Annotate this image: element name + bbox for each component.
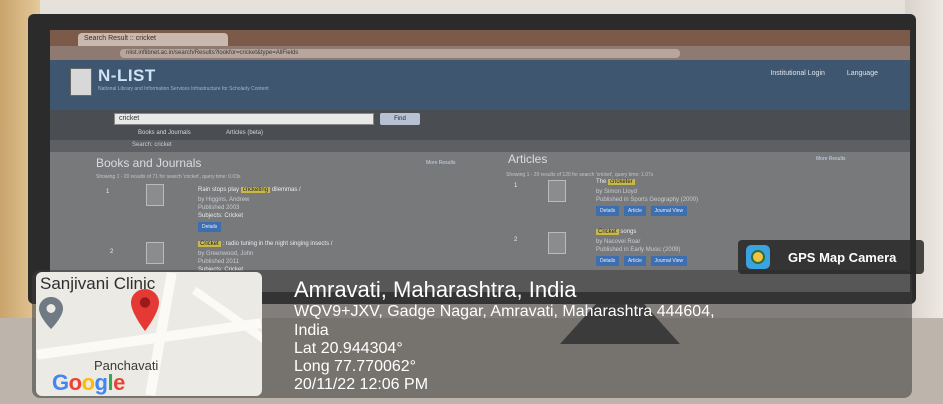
url-field[interactable]: nlist.inflibnet.ac.in/search/Results?loo…	[120, 49, 680, 58]
location-map: Sanjivani Clinic Panchavati Google	[36, 272, 262, 396]
language-link[interactable]: Language	[847, 70, 878, 77]
journal-view-button[interactable]: Journal View	[650, 206, 688, 216]
location-latitude: Lat 20.944304°	[294, 340, 403, 357]
title-text: The	[596, 179, 607, 185]
gps-map-camera-badge: GPS Map Camera	[738, 240, 924, 274]
site-header: N-LIST National Library and Information …	[50, 60, 910, 110]
gps-camera-app-icon	[746, 245, 770, 269]
details-button[interactable]: Details	[198, 222, 222, 232]
gps-badge-label: GPS Map Camera	[788, 250, 897, 265]
site-tagline: National Library and Information Service…	[98, 86, 269, 92]
article-published: Published in Sports Geography (2000)	[596, 197, 699, 203]
google-logo: Google	[52, 370, 125, 395]
article-result-title[interactable]: Cricket songs	[596, 228, 636, 236]
articles-section-title: Articles	[508, 152, 548, 166]
location-datetime: 20/11/22 12:06 PM	[294, 376, 429, 393]
tab-articles[interactable]: Articles (beta)	[226, 130, 263, 136]
browser-url-bar: nlist.inflibnet.ac.in/search/Results?loo…	[50, 46, 910, 60]
book-published: Published 2003	[198, 205, 240, 211]
articles-more-link[interactable]: More Results	[816, 156, 845, 162]
book-thumbnail-icon	[146, 184, 164, 206]
find-button[interactable]: Find	[380, 113, 420, 125]
article-author: by Nacovei Roar	[596, 239, 641, 245]
details-button[interactable]: Details	[596, 206, 620, 216]
article-button[interactable]: Article	[623, 256, 646, 266]
book-result-number: 2	[110, 249, 114, 255]
article-buttons: Details Article Journal View	[596, 206, 690, 216]
book-author: by Greenwood, John	[198, 251, 254, 257]
article-button[interactable]: Article	[623, 206, 646, 216]
breadcrumb: Search: cricket	[132, 142, 172, 148]
book-result-title[interactable]: Cricket : radio tuning in the night sing…	[198, 240, 332, 248]
article-buttons: Details Article Journal View	[596, 256, 690, 266]
location-city: Amravati, Maharashtra, India	[294, 277, 577, 302]
book-subjects: Subjects: Cricket	[198, 213, 244, 219]
book-result-number: 1	[106, 189, 110, 195]
highlight-term: Cricket	[596, 229, 619, 235]
title-text: dilemmas /	[271, 187, 301, 193]
article-result-number: 2	[514, 237, 518, 243]
title-text: songs	[620, 229, 637, 235]
book-thumbnail-icon	[146, 242, 164, 264]
books-summary: Showing 1 - 20 results of 71 for search …	[96, 174, 241, 180]
browser-tab[interactable]: Search Result :: cricket	[78, 33, 228, 46]
book-buttons: Details	[198, 222, 224, 232]
title-text: Rain stops play	[198, 187, 240, 193]
photo-scene: Search Result :: cricket nlist.inflibnet…	[0, 0, 943, 404]
site-brand[interactable]: N-LIST	[98, 66, 156, 86]
institutional-login-link[interactable]: Institutional Login	[770, 70, 824, 77]
books-more-link[interactable]: More Results	[426, 160, 455, 166]
highlight-term: Cricket	[198, 241, 221, 247]
book-result-title[interactable]: Rain stops play cricketing dilemmas /	[198, 186, 301, 194]
book-author: by Higgins, Andrew	[198, 197, 250, 203]
books-section-title: Books and Journals	[96, 156, 202, 170]
article-result-title[interactable]: The cricketer	[596, 178, 635, 186]
details-button[interactable]: Details	[596, 256, 620, 266]
map-place-marker-icon	[39, 297, 63, 329]
journal-view-button[interactable]: Journal View	[650, 256, 688, 266]
browser-tab-bar: Search Result :: cricket	[50, 30, 910, 46]
location-address-line1: WQV9+JXV, Gadge Nagar, Amravati, Maharas…	[294, 303, 715, 320]
tab-books-journals[interactable]: Books and Journals	[138, 130, 191, 136]
header-links: Institutional Login Language	[750, 70, 878, 77]
nav-row: Books and Journals Articles (beta)	[50, 128, 910, 140]
article-result-number: 1	[514, 183, 518, 189]
article-author: by Simon Lloyd	[596, 189, 638, 195]
book-published: Published 2011	[198, 259, 239, 265]
nlist-logo-icon	[70, 68, 92, 96]
search-input[interactable]: cricket	[114, 113, 374, 125]
location-longitude: Long 77.770062°	[294, 358, 417, 375]
article-thumbnail-icon	[548, 180, 566, 202]
title-text: : radio tuning in the night singing inse…	[222, 241, 333, 247]
highlight-term: cricketer	[608, 179, 635, 185]
article-published: Published in Early Music (2009)	[596, 247, 681, 253]
location-pin-icon	[131, 289, 159, 331]
highlight-term: cricketing	[240, 187, 271, 193]
article-thumbnail-icon	[548, 232, 566, 254]
location-address-line2: India	[294, 322, 329, 339]
search-row: cricket Find	[50, 110, 910, 128]
